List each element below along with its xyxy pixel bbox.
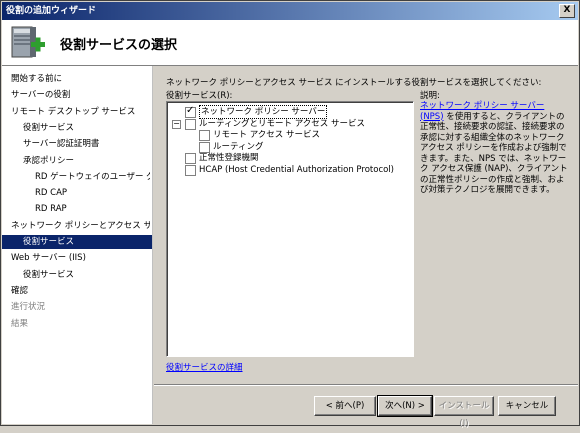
instruction-text: ネットワーク ポリシーとアクセス サービス にインストールする役割サービスを選択… <box>166 78 542 88</box>
wizard-window: 役割の追加ウィザード X 役割サービスの選択 開始する前に サーバーの役割 リモート… <box>0 0 580 429</box>
role-service-row[interactable]: 正常性登録機関 <box>167 152 411 164</box>
footer-separator <box>154 384 578 386</box>
role-services-details-link[interactable]: 役割サービスの詳細 <box>166 361 243 373</box>
nav-item[interactable]: 結果 <box>2 317 150 331</box>
nav-item[interactable]: 役割サービス <box>2 121 150 135</box>
nav-item[interactable]: RD ゲートウェイのユーザー グ... <box>2 170 150 184</box>
nav-item[interactable]: RD CAP <box>2 186 150 200</box>
wizard-nav: 開始する前に サーバーの役割 リモート デスクトップ サービス 役割サービス サーバー認… <box>2 66 153 424</box>
role-service-row[interactable]: − ルーティングとリモート アクセス サービス <box>167 118 411 130</box>
role-service-checkbox[interactable] <box>185 153 196 164</box>
role-service-checkbox[interactable] <box>185 105 196 118</box>
nav-item[interactable]: ネットワーク ポリシーとアクセス サービ... <box>2 219 150 233</box>
nav-item[interactable]: 役割サービス <box>2 268 150 282</box>
collapse-toggle-icon[interactable]: − <box>172 119 181 129</box>
nav-item[interactable]: リモート デスクトップ サービス <box>2 105 150 119</box>
install-button[interactable]: インストール(I) <box>434 396 494 429</box>
description-label: 説明: <box>420 91 440 101</box>
nav-item[interactable]: Web サーバー (IIS) <box>2 251 150 265</box>
description-text: ネットワーク ポリシー サーバー (NPS) を使用すると、クライアントの正常性… <box>420 101 568 196</box>
role-service-row[interactable]: HCAP (Host Credential Authorization Prot… <box>167 164 411 176</box>
role-service-label: HCAP (Host Credential Authorization Prot… <box>199 164 394 175</box>
role-service-checkbox[interactable] <box>185 164 196 176</box>
role-service-label: ルーティングとリモート アクセス サービス <box>199 118 365 129</box>
page-title: 役割サービスの選択 <box>60 38 178 53</box>
role-service-checkbox[interactable] <box>199 130 210 141</box>
role-service-label: ルーティング <box>213 141 264 152</box>
wizard-header: 役割サービスの選択 <box>2 20 578 66</box>
role-service-row[interactable]: ルーティング <box>167 141 411 153</box>
nav-item[interactable]: 役割サービス <box>2 235 152 249</box>
nav-item[interactable]: 開始する前に <box>2 72 150 86</box>
role-service-label: 正常性登録機関 <box>199 153 259 163</box>
nav-item[interactable]: サーバー認証証明書 <box>2 137 150 151</box>
role-services-tree[interactable]: ネットワーク ポリシー サーバー− ルーティングとリモート アクセス サービスリモ… <box>166 101 414 357</box>
description-body: を使用すると、クライアントの正常性、接続要求の認証、接続要求の承認に対する組織全… <box>420 111 568 196</box>
cancel-button[interactable]: キャンセル <box>498 396 556 416</box>
nav-item[interactable]: RD RAP <box>2 202 150 216</box>
roles-label: 役割サービス(R): <box>166 91 233 101</box>
title-bar[interactable]: 役割の追加ウィザード X <box>2 2 578 20</box>
nav-item[interactable]: サーバーの役割 <box>2 88 150 102</box>
nav-item[interactable]: 確認 <box>2 284 150 298</box>
close-button[interactable]: X <box>559 4 575 18</box>
role-service-row[interactable]: リモート アクセス サービス <box>167 129 411 141</box>
role-service-label: リモート アクセス サービス <box>213 130 320 140</box>
nav-item[interactable]: 進行状況 <box>2 300 150 314</box>
role-service-checkbox[interactable] <box>185 118 196 130</box>
role-service-row[interactable]: ネットワーク ポリシー サーバー <box>167 105 411 119</box>
main-panel: ネットワーク ポリシーとアクセス サービス にインストールする役割サービスを選択… <box>154 66 578 429</box>
role-service-checkbox[interactable] <box>199 141 210 153</box>
nav-item[interactable]: 承認ポリシー <box>2 154 150 168</box>
server-add-icon <box>11 26 45 58</box>
window-title: 役割の追加ウィザード <box>6 6 97 16</box>
back-button[interactable]: < 前へ(P) <box>314 396 376 416</box>
next-button[interactable]: 次へ(N) > <box>377 395 433 417</box>
